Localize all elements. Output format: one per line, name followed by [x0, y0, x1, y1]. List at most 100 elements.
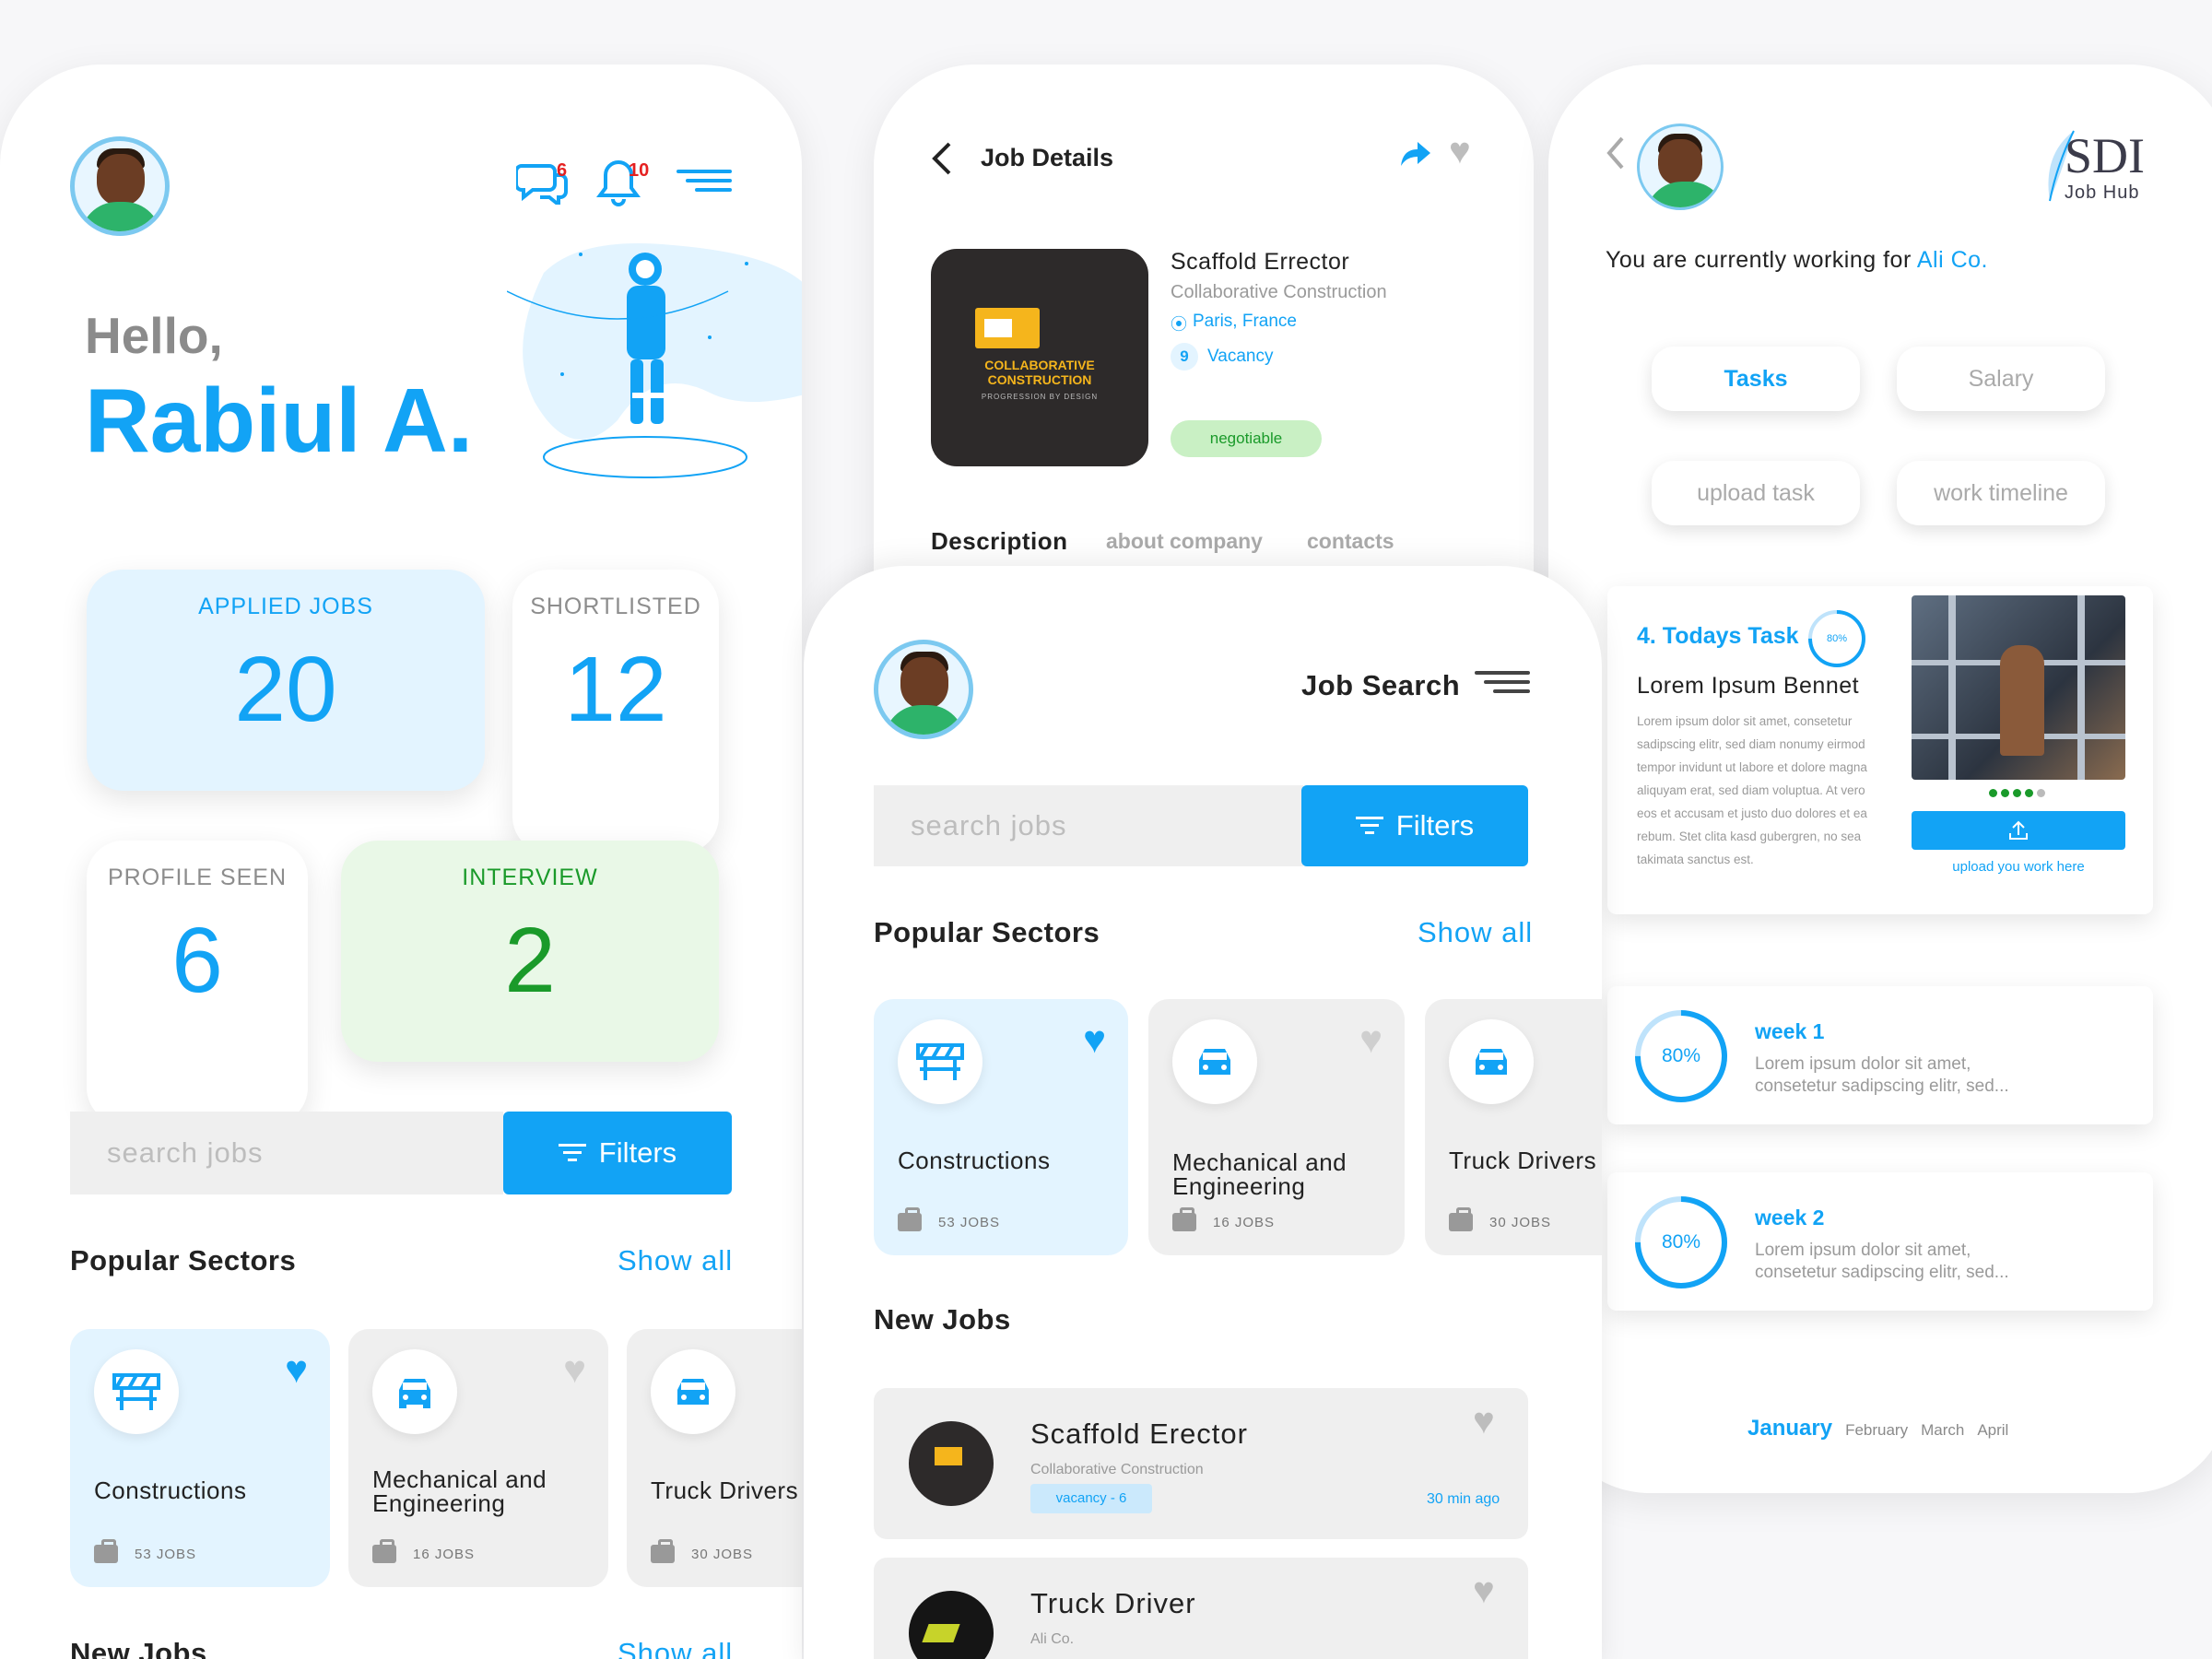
back-chevron-icon[interactable] [929, 140, 955, 177]
salary-chip[interactable]: Salary [1897, 347, 2105, 411]
carousel-dots[interactable] [1989, 789, 2045, 797]
favorite-heart-icon[interactable]: ♥ [1359, 1018, 1382, 1062]
user-avatar[interactable] [874, 640, 973, 739]
tasks-chip[interactable]: Tasks [1652, 347, 1860, 411]
briefcase-icon [651, 1539, 675, 1563]
job-title: Scaffold Erector [1030, 1418, 1248, 1450]
car-icon [1172, 1019, 1257, 1104]
sector-card-mechanical[interactable]: ♥ Mechanical and Engineering 16 JOBS [348, 1329, 608, 1587]
task-title: 4. Todays Task [1637, 623, 1799, 649]
month-february[interactable]: February [1845, 1421, 1908, 1440]
sector-name: Truck Drivers [651, 1477, 799, 1504]
shortlisted-label: SHORTLISTED [530, 594, 701, 619]
filters-button[interactable]: Filters [503, 1112, 732, 1194]
car-icon [372, 1349, 457, 1434]
favorite-heart-icon[interactable]: ♥ [1473, 1571, 1495, 1612]
company-logo [909, 1591, 994, 1659]
new-jobs-heading: New Jobs [70, 1637, 207, 1659]
favorite-heart-icon[interactable]: ♥ [1473, 1401, 1495, 1442]
filters-button[interactable]: Filters [1301, 785, 1528, 866]
screen-title: Job Search [1301, 669, 1461, 701]
profile-seen-card[interactable]: PROFILE SEEN 6 [87, 841, 308, 1124]
user-avatar[interactable] [70, 136, 170, 236]
greeting-text: Hello, [85, 307, 223, 364]
week-2-line-2: consetetur sadipscing elitr, sed... [1755, 1263, 2009, 1282]
user-avatar[interactable] [1637, 124, 1724, 210]
sector-job-count: 53 JOBS [94, 1539, 196, 1563]
tab-about-company[interactable]: about company [1106, 529, 1263, 554]
sector-job-count: 16 JOBS [372, 1539, 475, 1563]
upload-button[interactable] [1912, 811, 2125, 850]
share-icon[interactable] [1399, 138, 1432, 170]
week-1-card[interactable]: 80% week 1 Lorem ipsum dolor sit amet, c… [1607, 986, 2153, 1124]
menu-icon[interactable] [677, 170, 732, 197]
briefcase-icon [898, 1207, 922, 1231]
company-logo [909, 1421, 994, 1506]
job-listing-truck-driver[interactable]: Truck Driver Ali Co. ♥ [874, 1558, 1528, 1659]
week-2-progress: 80% [1661, 1231, 1701, 1253]
show-all-sectors-link[interactable]: Show all [1418, 916, 1533, 949]
month-january[interactable]: January [1747, 1416, 1832, 1441]
favorite-heart-icon[interactable]: ♥ [1083, 1018, 1106, 1062]
sector-name: Truck Drivers [1449, 1147, 1597, 1174]
show-all-sectors-link[interactable]: Show all [618, 1244, 733, 1277]
todays-task-card[interactable]: 4. Todays Task 80% Lorem Ipsum Bennet Lo… [1607, 586, 2153, 914]
sector-job-count: 30 JOBS [1449, 1207, 1551, 1231]
sector-card-truck-drivers[interactable]: Truck Drivers 30 JOBS [1425, 999, 1602, 1255]
filters-label: Filters [598, 1136, 677, 1169]
user-name: Rabiul A. [85, 370, 474, 471]
week-1-line-2: consetetur sadipscing elitr, sed... [1755, 1077, 2009, 1096]
menu-icon[interactable] [1475, 671, 1530, 699]
job-details-screen: Job Details ♥ COLLABORATIVE CONSTRUCTION… [874, 65, 1534, 618]
week-1-title: week 1 [1755, 1019, 1825, 1043]
company-name: Collaborative Construction [1171, 282, 1387, 302]
favorite-heart-icon[interactable]: ♥ [1449, 131, 1471, 172]
task-person-name: Lorem Ipsum Bennet [1637, 673, 1860, 699]
popular-sectors-heading: Popular Sectors [70, 1244, 297, 1277]
search-input[interactable]: search jobs [70, 1112, 503, 1194]
profile-seen-value: 6 [171, 909, 223, 1012]
briefcase-icon [94, 1539, 118, 1563]
task-progress-ring: 80% [1796, 598, 1877, 679]
logo-line-1: COLLABORATIVE [984, 358, 1095, 372]
applied-jobs-card[interactable]: APPLIED JOBS 20 [87, 570, 485, 791]
sector-card-mechanical[interactable]: ♥ Mechanical and Engineering 16 JOBS [1148, 999, 1405, 1255]
location-pin-icon: ⦿ [1171, 315, 1187, 334]
sector-card-constructions[interactable]: ♥ Constructions 53 JOBS [70, 1329, 330, 1587]
popular-sectors-heading: Popular Sectors [874, 916, 1100, 948]
filters-label: Filters [1395, 809, 1475, 841]
tab-description[interactable]: Description [931, 527, 1068, 556]
upload-icon [2009, 820, 2028, 840]
back-chevron-icon[interactable] [1604, 135, 1628, 171]
month-april[interactable]: April [1977, 1421, 2008, 1440]
shortlisted-card[interactable]: SHORTLISTED 12 [512, 570, 719, 853]
search-input[interactable]: search jobs [874, 785, 1303, 866]
job-title: Scaffold Errector [1171, 249, 1350, 275]
car-icon [1449, 1019, 1534, 1104]
interview-value: 2 [504, 909, 556, 1012]
month-march[interactable]: March [1921, 1421, 1964, 1440]
favorite-heart-icon[interactable]: ♥ [563, 1347, 586, 1392]
week-2-line-1: Lorem ipsum dolor sit amet, [1755, 1241, 1971, 1260]
show-all-jobs-link[interactable]: Show all [618, 1637, 733, 1659]
week-1-line-1: Lorem ipsum dolor sit amet, [1755, 1054, 1971, 1074]
working-company[interactable]: Ali Co. [1917, 247, 1988, 273]
upload-task-chip[interactable]: upload task [1652, 461, 1860, 525]
job-listing-scaffold-erector[interactable]: Scaffold Erector Collaborative Construct… [874, 1388, 1528, 1539]
week-2-card[interactable]: 80% week 2 Lorem ipsum dolor sit amet, c… [1607, 1172, 2153, 1311]
upload-label[interactable]: upload you work here [1912, 859, 2125, 875]
vacancy-count: 9 [1171, 343, 1198, 371]
favorite-heart-icon[interactable]: ♥ [285, 1347, 308, 1392]
sector-job-count: 30 JOBS [651, 1539, 753, 1563]
sector-card-constructions[interactable]: ♥ Constructions 53 JOBS [874, 999, 1128, 1255]
interview-card[interactable]: INTERVIEW 2 [341, 841, 719, 1062]
company-name: Collaborative Construction [1030, 1462, 1204, 1477]
company-name: Ali Co. [1030, 1631, 1075, 1647]
astronaut-illustration [506, 236, 802, 512]
profile-seen-label: PROFILE SEEN [108, 865, 287, 890]
tab-contacts[interactable]: contacts [1307, 529, 1394, 554]
sdi-logo: SDI Job Hub [2037, 127, 2166, 210]
work-timeline-chip[interactable]: work timeline [1897, 461, 2105, 525]
job-search-screen: Job Search search jobs Filters Popular S… [804, 566, 1602, 1659]
sector-card-truck-drivers[interactable]: Truck Drivers 30 JOBS [627, 1329, 802, 1587]
